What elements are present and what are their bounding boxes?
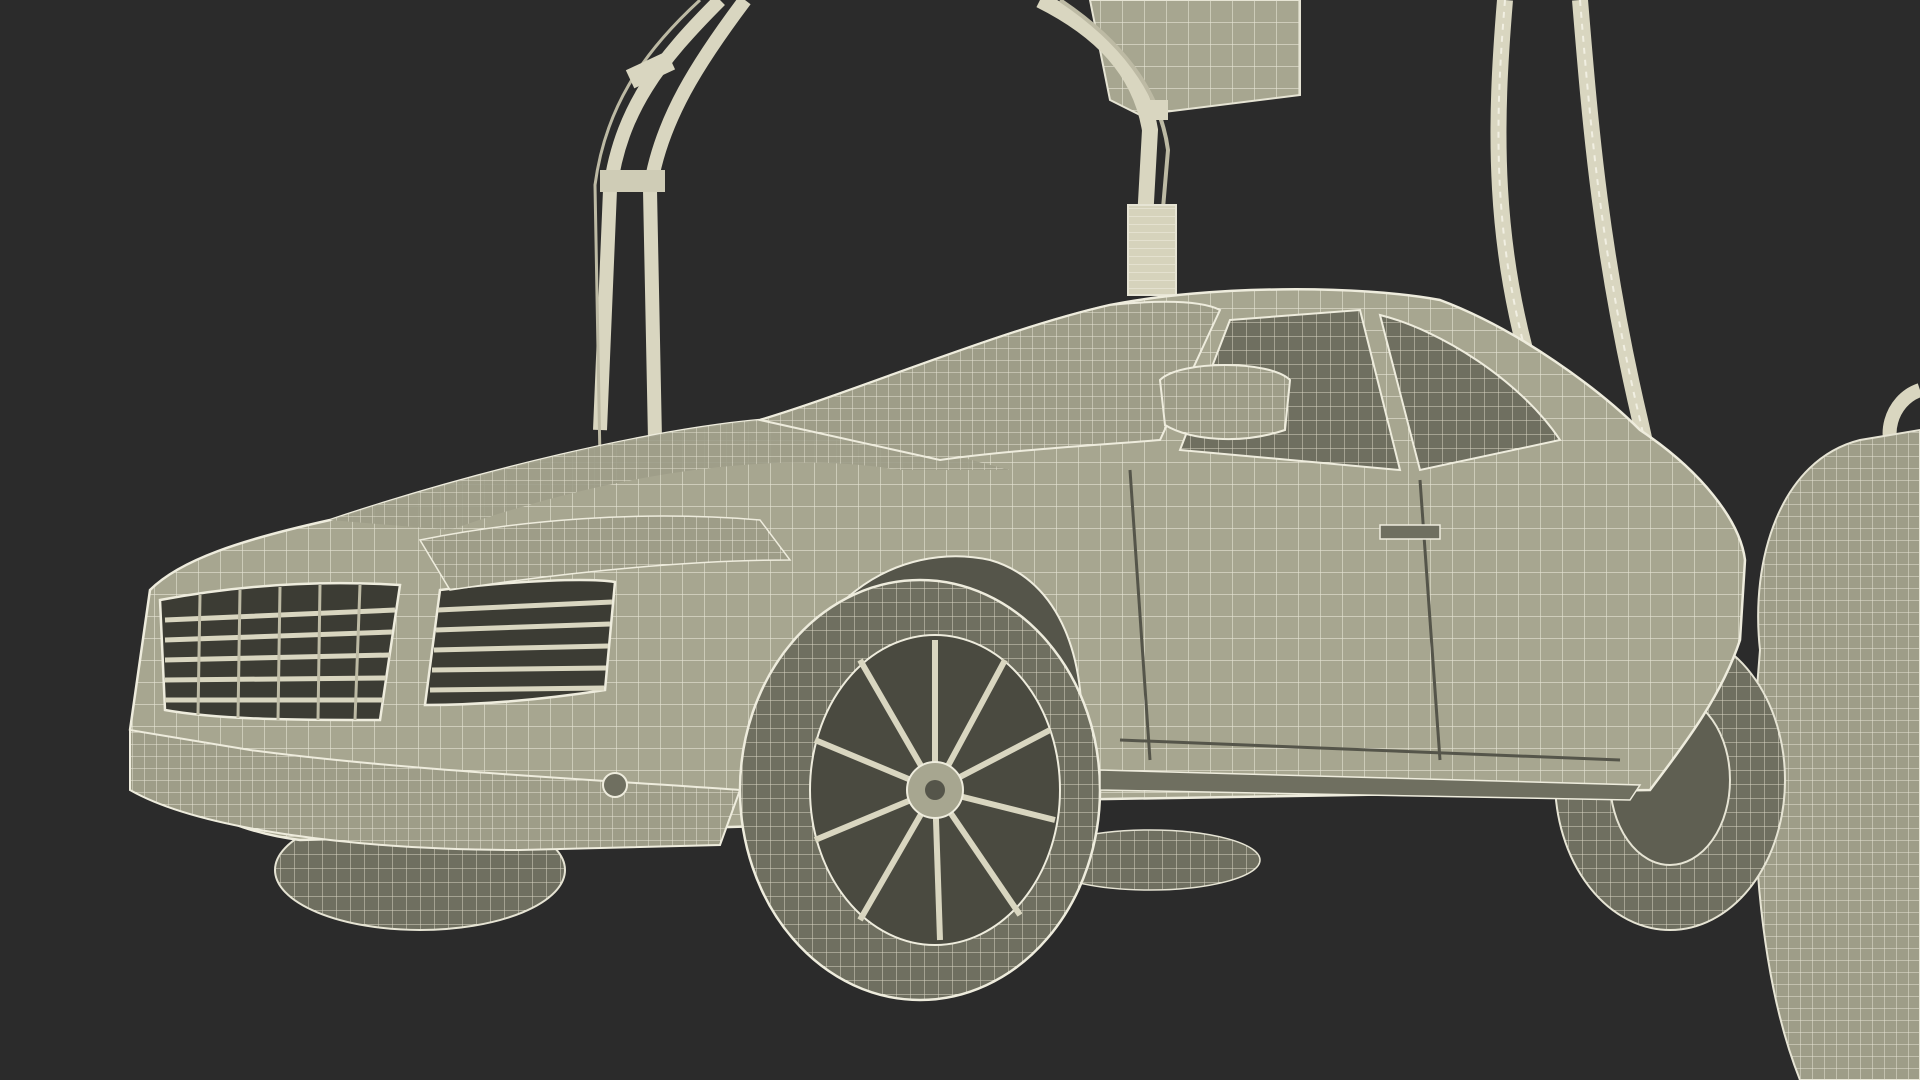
wireframe-render-viewport: [0, 0, 1920, 1080]
wheel-icon: [738, 578, 1102, 1002]
front-grille-left: [158, 581, 402, 722]
front-grille-right: [423, 578, 617, 707]
wireframe-render: [0, 0, 1920, 1080]
